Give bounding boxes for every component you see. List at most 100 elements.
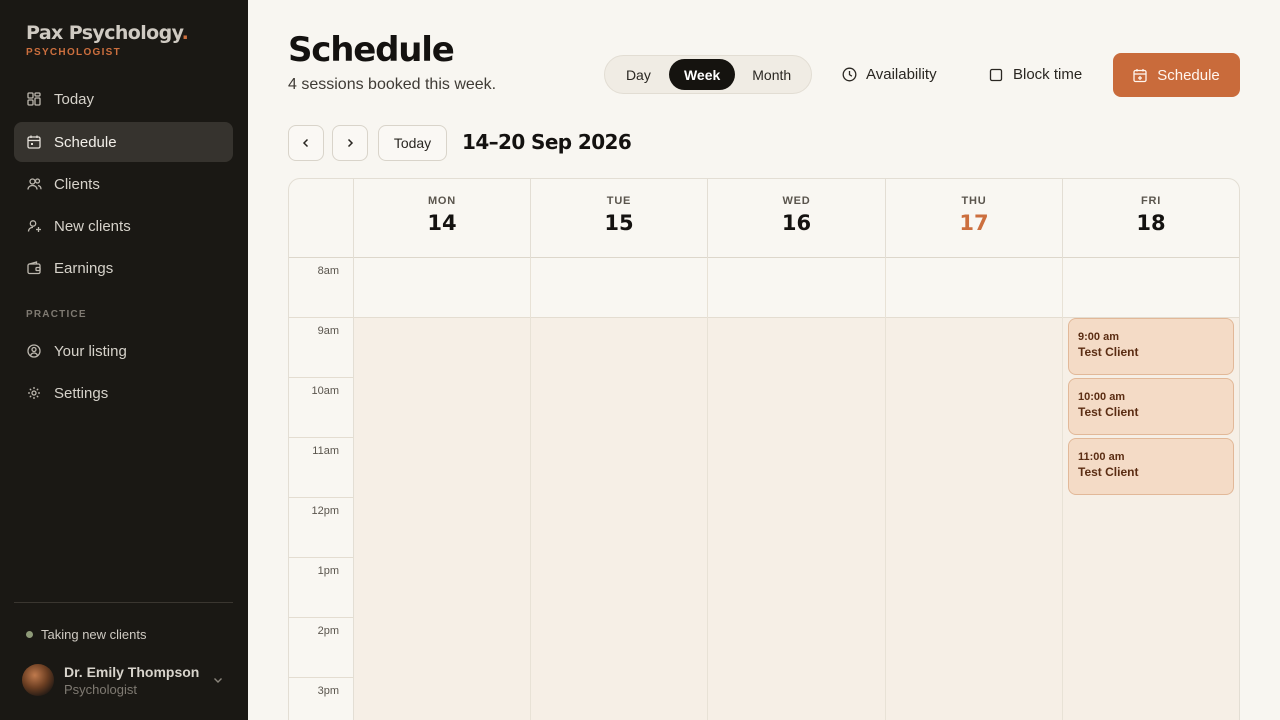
hour-label: 8am [289, 258, 354, 318]
brand-logo[interactable]: Pax Psychology. PSYCHOLOGIST [26, 22, 189, 58]
time-slot-mon[interactable] [354, 558, 531, 618]
time-slot-thu[interactable] [886, 678, 1063, 720]
time-slot-wed[interactable] [708, 498, 886, 558]
next-week-button[interactable] [332, 125, 368, 161]
time-slot-mon[interactable] [354, 498, 531, 558]
time-slot-mon[interactable] [354, 618, 531, 678]
time-slot-mon[interactable] [354, 378, 531, 438]
day-header-tue[interactable]: TUE 15 [531, 179, 708, 258]
day-header-thu[interactable]: THU 17 [886, 179, 1063, 258]
appointment-time: 9:00 am [1078, 331, 1119, 343]
sidebar-item-new-clients[interactable]: New clients [14, 206, 233, 246]
hour-label: 10am [289, 378, 354, 438]
time-slot-thu[interactable] [886, 498, 1063, 558]
tab-week[interactable]: Week [668, 59, 736, 90]
time-slot-fri[interactable] [1063, 558, 1239, 618]
appointment-card[interactable]: 9:00 am Test Client [1068, 318, 1234, 375]
view-switcher: Day Week Month [604, 55, 812, 94]
time-slot-thu[interactable] [886, 438, 1063, 498]
brand-name: Pax Psychology. [26, 22, 189, 44]
time-slot-wed[interactable] [708, 678, 886, 720]
tab-month[interactable]: Month [735, 59, 808, 90]
time-slot-fri[interactable] [1063, 258, 1239, 318]
time-slot-mon[interactable] [354, 678, 531, 720]
day-number: 14 [427, 211, 457, 235]
block-time-label: Block time [1013, 66, 1083, 83]
time-slot-tue[interactable] [531, 498, 708, 558]
hour-row: 2pm [289, 618, 1239, 678]
sidebar: Pax Psychology. PSYCHOLOGIST Today Sched… [0, 0, 248, 720]
time-slot-tue[interactable] [531, 678, 708, 720]
time-slot-tue[interactable] [531, 258, 708, 318]
hour-label: 12pm [289, 498, 354, 558]
time-slot-thu[interactable] [886, 318, 1063, 378]
availability-button[interactable]: Availability [841, 55, 937, 94]
day-name: FRI [1140, 195, 1162, 207]
time-slot-tue[interactable] [531, 318, 708, 378]
sidebar-item-clients[interactable]: Clients [14, 164, 233, 204]
time-slot-wed[interactable] [708, 618, 886, 678]
day-number: 18 [1136, 211, 1166, 235]
time-slot-mon[interactable] [354, 438, 531, 498]
sidebar-item-today[interactable]: Today [14, 79, 233, 119]
day-header-mon[interactable]: MON 14 [354, 179, 531, 258]
tab-day[interactable]: Day [608, 59, 669, 90]
availability-status[interactable]: Taking new clients [26, 627, 147, 642]
time-slot-wed[interactable] [708, 558, 886, 618]
time-slot-wed[interactable] [708, 438, 886, 498]
chevron-left-icon [300, 137, 312, 149]
time-slot-wed[interactable] [708, 318, 886, 378]
time-slot-fri[interactable] [1063, 618, 1239, 678]
time-slot-thu[interactable] [886, 618, 1063, 678]
user-plus-icon [26, 218, 42, 234]
chevron-down-icon [212, 673, 224, 691]
week-calendar: MON 14 TUE 15 WED 16 THU 17 FRI 18 8am 9a… [288, 178, 1240, 720]
sidebar-item-earnings[interactable]: Earnings [14, 248, 233, 288]
block-time-button[interactable]: Block time [988, 55, 1082, 94]
time-slot-tue[interactable] [531, 438, 708, 498]
today-button[interactable]: Today [378, 125, 447, 161]
prev-week-button[interactable] [288, 125, 324, 161]
time-slot-fri[interactable] [1063, 678, 1239, 720]
schedule-button[interactable]: Schedule [1113, 53, 1240, 97]
hour-row: 12pm [289, 498, 1239, 558]
day-header-fri[interactable]: FRI 18 [1063, 179, 1239, 258]
hour-label: 2pm [289, 618, 354, 678]
calendar-icon [26, 134, 42, 150]
day-name: WED [782, 195, 811, 207]
time-slot-tue[interactable] [531, 558, 708, 618]
appointment-card[interactable]: 10:00 am Test Client [1068, 378, 1234, 435]
time-slot-thu[interactable] [886, 558, 1063, 618]
time-slot-wed[interactable] [708, 378, 886, 438]
hour-label: 9am [289, 318, 354, 378]
appointment-card[interactable]: 11:00 am Test Client [1068, 438, 1234, 495]
time-slot-wed[interactable] [708, 258, 886, 318]
calendar-plus-icon [1133, 68, 1148, 83]
time-slot-mon[interactable] [354, 258, 531, 318]
square-icon [988, 67, 1004, 83]
hour-row: 1pm [289, 558, 1239, 618]
user-menu[interactable]: Dr. Emily Thompson Psychologist [22, 663, 234, 697]
sidebar-item-label: Settings [54, 384, 109, 402]
day-number: 15 [604, 211, 634, 235]
time-slot-mon[interactable] [354, 318, 531, 378]
sidebar-item-settings[interactable]: Settings [14, 373, 233, 413]
sidebar-item-schedule[interactable]: Schedule [14, 122, 233, 162]
day-name: THU [961, 195, 987, 207]
sidebar-item-label: New clients [54, 217, 131, 235]
time-slot-thu[interactable] [886, 258, 1063, 318]
day-number: 16 [781, 211, 812, 235]
day-name: TUE [606, 195, 632, 207]
chevron-right-icon [344, 137, 356, 149]
users-icon [26, 176, 42, 192]
time-slot-tue[interactable] [531, 618, 708, 678]
time-slot-fri[interactable] [1063, 498, 1239, 558]
time-slot-tue[interactable] [531, 378, 708, 438]
sidebar-item-your-listing[interactable]: Your listing [14, 331, 233, 371]
day-number: 17 [959, 211, 989, 235]
day-header-wed[interactable]: WED 16 [708, 179, 886, 258]
sidebar-item-label: Your listing [54, 342, 127, 360]
brand-role: PSYCHOLOGIST [26, 47, 122, 58]
appointment-client: Test Client [1078, 405, 1139, 419]
time-slot-thu[interactable] [886, 378, 1063, 438]
